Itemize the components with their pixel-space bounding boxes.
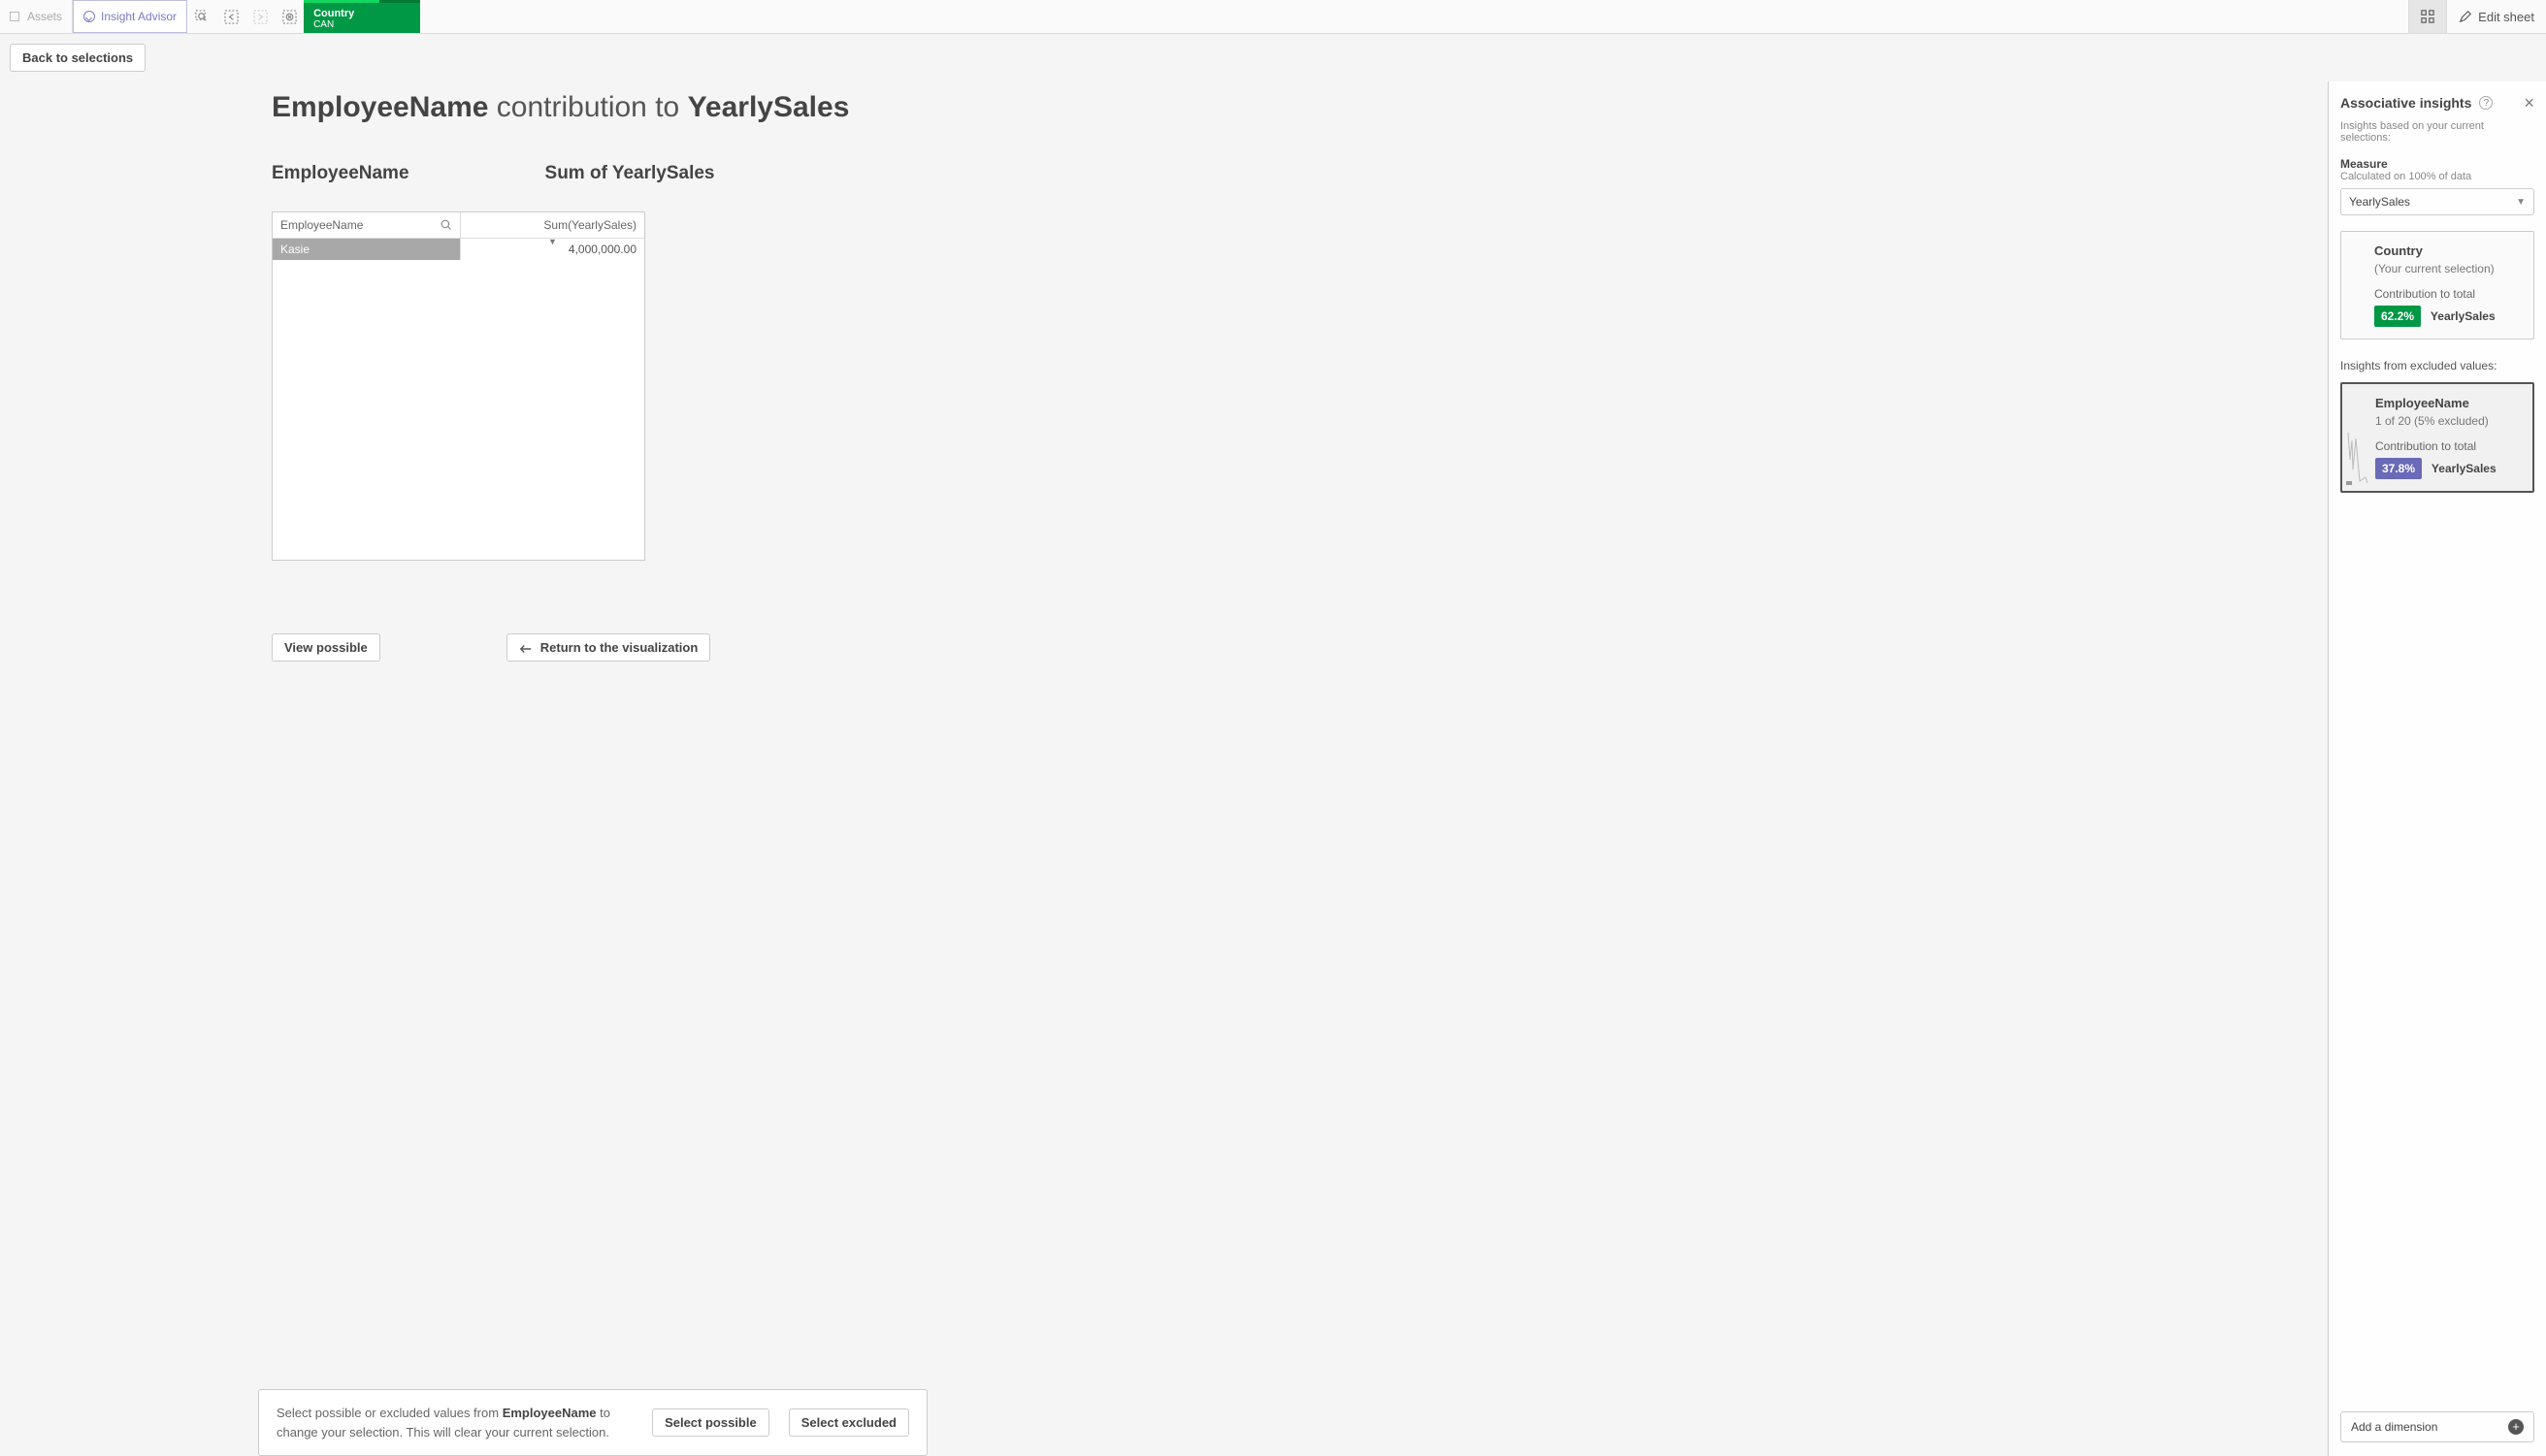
measure-label: Measure [2340, 157, 2534, 171]
assets-button[interactable]: Assets [0, 0, 73, 33]
panel-subtitle: Insights based on your current selection… [2340, 120, 2534, 144]
sparkline-icon [2346, 431, 2369, 485]
selection-chip-country[interactable]: Country CAN [304, 0, 420, 33]
card-title: EmployeeName [2375, 396, 2523, 410]
table-header-value[interactable]: Sum(YearlySales) [461, 212, 644, 238]
card-title: Country [2374, 243, 2524, 258]
close-icon[interactable]: × [2524, 96, 2534, 110]
associative-insights-panel: Associative insights ? × Insights based … [2328, 81, 2546, 1456]
add-dimension-button[interactable]: Add a dimension + [2340, 1411, 2534, 1442]
measure-value: YearlySales [2349, 195, 2410, 209]
measure-note: Calculated on 100% of data [2340, 171, 2534, 182]
card-meta: 1 of 20 (5% excluded) [2375, 414, 2523, 428]
cell-value: ▼ 4,000,000.00 [461, 239, 644, 260]
help-text: Select possible or excluded values from … [277, 1404, 633, 1441]
selection-value: CAN [313, 19, 408, 30]
associative-insights-toggle[interactable] [2408, 0, 2446, 33]
selection-tools [187, 0, 304, 33]
main-content: EmployeeName contribution to YearlySales… [0, 81, 2328, 1456]
view-possible-button[interactable]: View possible [272, 633, 380, 662]
contribution-measure: YearlySales [2431, 309, 2496, 323]
measure-select[interactable]: YearlySales ▼ [2340, 188, 2534, 215]
clear-selections-icon[interactable] [275, 10, 304, 24]
assets-label: Assets [27, 10, 62, 23]
insight-advisor-button[interactable]: Insight Advisor [73, 0, 187, 33]
insight-card-employeename[interactable]: EmployeeName 1 of 20 (5% excluded) Contr… [2340, 382, 2534, 493]
title-field-a: EmployeeName [272, 91, 488, 123]
excluded-section-label: Insights from excluded values: [2340, 359, 2534, 372]
step-forward-icon [245, 10, 275, 24]
chevron-down-icon: ▼ [2516, 197, 2526, 208]
panel-icon [10, 12, 19, 21]
insight-icon [83, 11, 95, 22]
select-excluded-button[interactable]: Select excluded [789, 1408, 909, 1437]
return-to-visualization-button[interactable]: Return to the visualization [506, 633, 711, 662]
contribution-measure: YearlySales [2432, 462, 2497, 475]
back-to-selections-button[interactable]: Back to selections [10, 44, 146, 72]
panel-title: Associative insights [2340, 95, 2471, 111]
help-bar: Select possible or excluded values from … [258, 1389, 928, 1456]
cell-name[interactable]: Kasie [273, 239, 461, 260]
search-icon[interactable] [441, 219, 452, 231]
top-toolbar: Assets Insight Advisor Country CAN [0, 0, 2546, 34]
insight-label: Insight Advisor [101, 10, 177, 23]
contribution-label: Contribution to total [2374, 287, 2524, 301]
plus-icon: + [2508, 1419, 2524, 1435]
title-mid: contribution to [488, 91, 687, 123]
card-meta: (Your current selection) [2374, 262, 2524, 275]
help-icon[interactable]: ? [2479, 96, 2493, 110]
back-row: Back to selections [0, 34, 2546, 81]
smart-search-icon[interactable] [187, 10, 216, 24]
edit-sheet-label: Edit sheet [2478, 10, 2534, 24]
table-header-name[interactable]: EmployeeName [273, 212, 461, 238]
select-possible-button[interactable]: Select possible [652, 1408, 769, 1437]
pencil-icon [2459, 10, 2472, 23]
selection-field: Country [313, 8, 408, 19]
contribution-label: Contribution to total [2375, 439, 2523, 453]
table-row[interactable]: Kasie ▼ 4,000,000.00 [273, 239, 644, 260]
col-header-2: Sum of YearlySales [545, 163, 715, 184]
contribution-pct: 62.2% [2374, 306, 2421, 327]
title-field-b: YearlySales [688, 91, 850, 123]
col-header-1: EmployeeName [272, 163, 409, 184]
sort-indicator-icon: ▼ [548, 237, 557, 246]
edit-sheet-button[interactable]: Edit sheet [2446, 0, 2546, 33]
grid-icon [2421, 10, 2434, 23]
insight-card-country[interactable]: Country (Your current selection) Contrib… [2340, 231, 2534, 340]
data-table[interactable]: EmployeeName Sum(YearlySales) Kasie ▼ 4,… [272, 211, 645, 561]
column-headers: EmployeeName Sum of YearlySales [272, 163, 2289, 184]
page-title: EmployeeName contribution to YearlySales [272, 91, 2289, 124]
step-back-icon[interactable] [216, 10, 245, 24]
contribution-pct: 37.8% [2375, 458, 2422, 479]
add-dimension-label: Add a dimension [2351, 1420, 2437, 1434]
return-arrow-icon [519, 643, 533, 655]
